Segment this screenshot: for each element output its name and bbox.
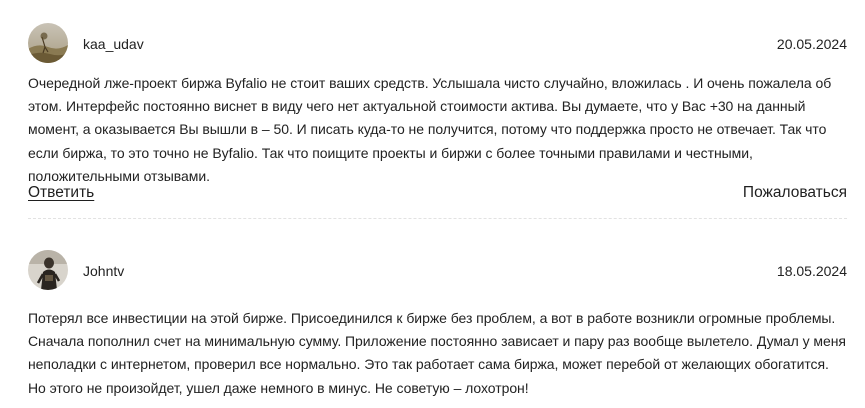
- reply-link[interactable]: Ответить: [28, 184, 94, 202]
- avatar: [28, 250, 68, 290]
- report-link[interactable]: Пожаловаться: [743, 184, 847, 202]
- review-author: Johntv: [83, 263, 125, 279]
- review-card: kaa_udav 20.05.2024 Очередной лже-проект…: [28, 23, 847, 184]
- landscape-photo-avatar-icon: [28, 23, 68, 63]
- review-card: Johntv 18.05.2024 Потерял все инвестиции…: [28, 250, 847, 396]
- review-header: Johntv 18.05.2024: [28, 250, 847, 292]
- review-date: 20.05.2024: [776, 36, 847, 52]
- review-divider: [28, 218, 847, 219]
- avatar: [28, 23, 68, 63]
- review-text: Потерял все инвестиции на этой бирже. Пр…: [28, 310, 846, 396]
- review-author: kaa_udav: [83, 36, 144, 52]
- person-photo-avatar-icon: [28, 250, 68, 290]
- review-text: Очередной лже-проект биржа Byfalio не ст…: [28, 75, 832, 184]
- review-date: 18.05.2024: [776, 263, 847, 279]
- review-actions: Ответить Пожаловаться: [28, 184, 847, 206]
- review-header: kaa_udav 20.05.2024: [28, 23, 847, 65]
